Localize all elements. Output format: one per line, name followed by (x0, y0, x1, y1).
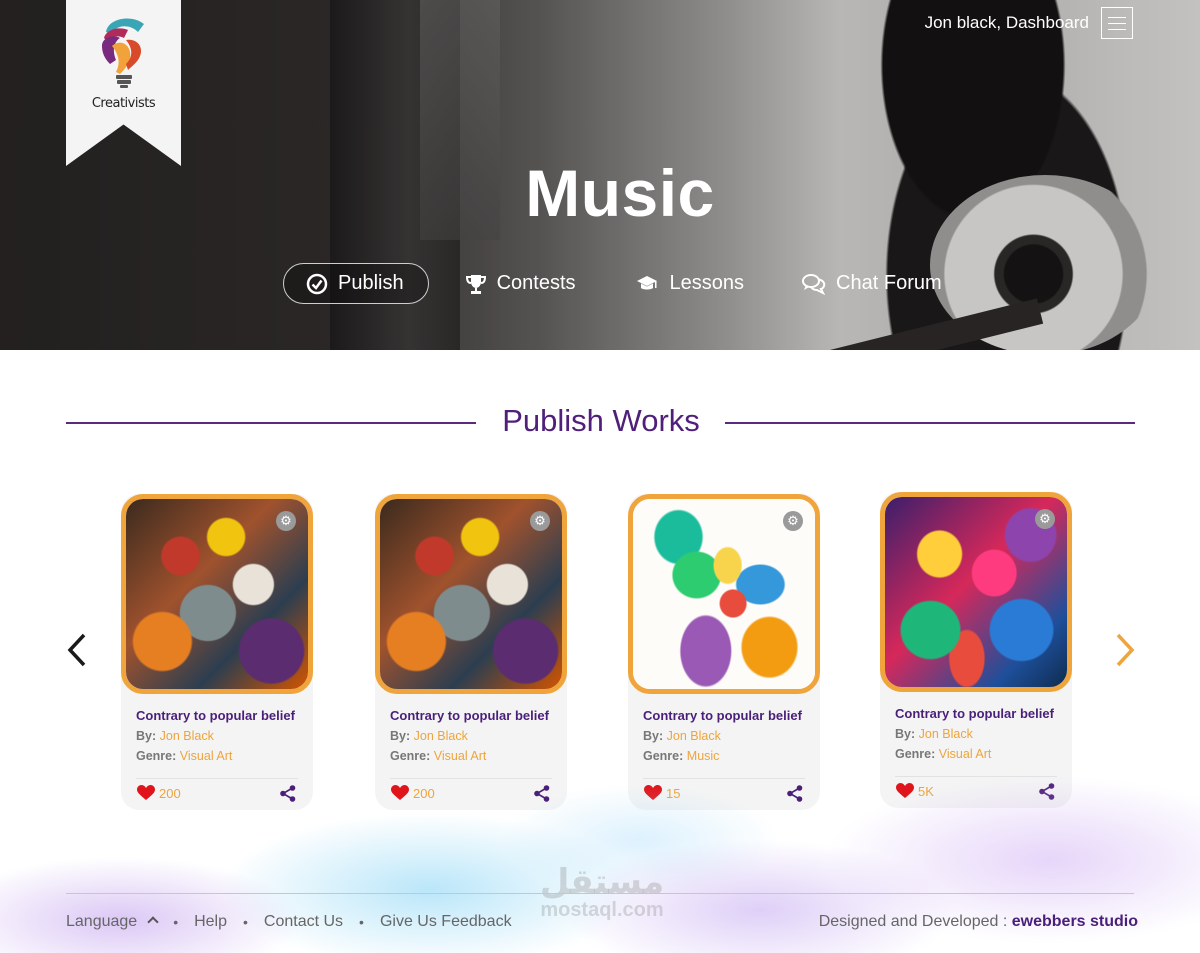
nav-publish-label: Publish (338, 272, 404, 294)
footer-credit: Designed and Developed : ewebbers studio (818, 913, 1138, 930)
genre-link[interactable]: Visual Art (939, 747, 992, 761)
nav-lessons[interactable]: Lessons (612, 263, 767, 304)
work-thumbnail[interactable]: ⚙ (628, 494, 820, 694)
author-link[interactable]: Jon Black (414, 729, 468, 743)
hamburger-menu-button[interactable] (1101, 7, 1133, 39)
work-title[interactable]: Contrary to popular belief (390, 708, 549, 723)
feedback-link[interactable]: Give Us Feedback (380, 913, 512, 931)
section-divider-right (725, 422, 1135, 424)
watermark: مستقل mostaql.com (539, 863, 665, 921)
author-label: By: (390, 729, 411, 743)
author-link[interactable]: Jon Black (160, 729, 214, 743)
settings-gear-icon[interactable]: ⚙ (276, 511, 296, 531)
work-card[interactable]: ⚙ Contrary to popular belief By: Jon Bla… (880, 492, 1072, 808)
footer-links: Language • Help • Contact Us • Give Us F… (66, 913, 512, 931)
author-link[interactable]: Jon Black (919, 727, 973, 741)
settings-gear-icon[interactable]: ⚙ (783, 511, 803, 531)
chat-bubbles-icon (802, 273, 826, 295)
nav-contests[interactable]: Contests (443, 263, 598, 304)
nav-chat-forum[interactable]: Chat Forum (780, 263, 964, 304)
trophy-icon (465, 274, 486, 294)
hero-banner: Creativists Jon black, Dashboard Music P… (0, 0, 1200, 350)
language-selector[interactable]: Language (66, 913, 159, 931)
author-label: By: (895, 727, 916, 741)
genre-label: Genre: (390, 749, 431, 763)
work-title[interactable]: Contrary to popular belief (643, 708, 802, 723)
logo-text: Creativists (91, 96, 156, 111)
dashboard-link[interactable]: Jon black, Dashboard (925, 13, 1089, 33)
section-title: Publish Works (502, 403, 700, 438)
graduation-cap-icon (636, 275, 657, 289)
work-thumbnail[interactable]: ⚙ (121, 494, 313, 694)
section-divider-left (66, 422, 476, 424)
work-title[interactable]: Contrary to popular belief (136, 708, 295, 723)
genre-link[interactable]: Visual Art (180, 749, 233, 763)
contact-us-link[interactable]: Contact Us (264, 913, 343, 931)
work-card[interactable]: ⚙ Contrary to popular belief By: Jon Bla… (121, 494, 313, 810)
nav-chat-forum-label: Chat Forum (836, 272, 942, 294)
work-thumbnail[interactable]: ⚙ (880, 492, 1072, 692)
check-circle-icon (306, 273, 328, 294)
genre-label: Genre: (643, 749, 684, 763)
author-label: By: (643, 729, 664, 743)
bulb-logo-icon (102, 18, 144, 88)
studio-link[interactable]: ewebbers studio (1012, 913, 1138, 930)
help-link[interactable]: Help (194, 913, 227, 931)
work-card[interactable]: ⚙ Contrary to popular belief By: Jon Bla… (375, 494, 567, 810)
chevron-up-icon (147, 916, 159, 928)
page-title: Music (525, 156, 715, 230)
genre-label: Genre: (136, 749, 177, 763)
nav-lessons-label: Lessons (669, 272, 745, 294)
category-nav: Publish Contests Lessons Chat Forum (283, 263, 978, 304)
author-label: By: (136, 729, 157, 743)
work-card[interactable]: ⚙ Contrary to popular belief By: Jon Bla… (628, 494, 820, 810)
genre-link[interactable]: Visual Art (434, 749, 487, 763)
genre-link[interactable]: Music (687, 749, 720, 763)
nav-publish[interactable]: Publish (283, 263, 429, 304)
work-thumbnail[interactable]: ⚙ (375, 494, 567, 694)
author-link[interactable]: Jon Black (667, 729, 721, 743)
settings-gear-icon[interactable]: ⚙ (530, 511, 550, 531)
carousel-next-arrow-icon[interactable] (1110, 632, 1138, 668)
settings-gear-icon[interactable]: ⚙ (1035, 509, 1055, 529)
nav-contests-label: Contests (496, 272, 576, 294)
footer-divider (66, 893, 1134, 894)
work-title[interactable]: Contrary to popular belief (895, 706, 1054, 721)
genre-label: Genre: (895, 747, 936, 761)
carousel-prev-arrow-icon[interactable] (64, 632, 92, 668)
